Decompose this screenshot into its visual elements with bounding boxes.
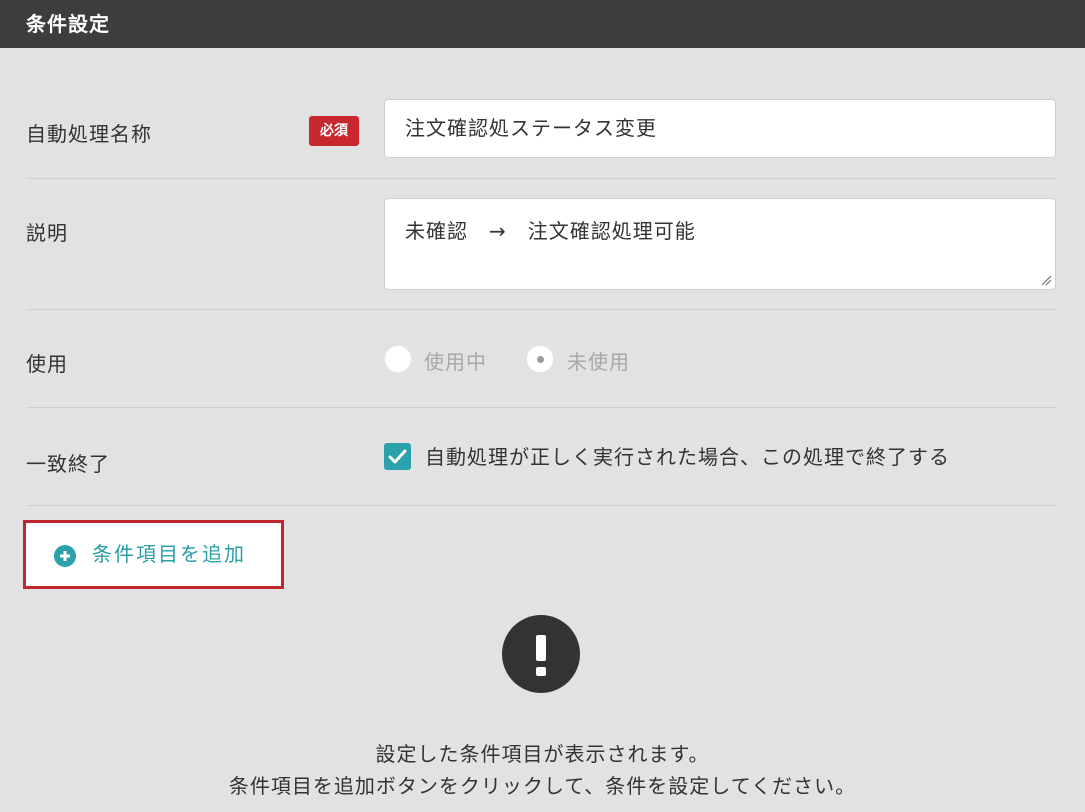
name-label: 自動処理名称: [26, 122, 152, 146]
resize-handle-icon[interactable]: [1040, 274, 1052, 286]
exclamation-circle-icon: [502, 615, 580, 693]
radio-unused-label: 未使用: [567, 350, 630, 374]
usage-label: 使用: [26, 352, 68, 376]
radio-selected-dot: [537, 356, 544, 363]
empty-state-line-2: 条件項目を追加ボタンをクリックして、条件を設定してください。: [228, 774, 857, 798]
check-icon: [388, 449, 407, 464]
panel-header: 条件設定: [0, 0, 1085, 48]
match-end-checkbox-label: 自動処理が正しく実行された場合、この処理で終了する: [425, 445, 950, 469]
description-value: 未確認 → 注文確認処理可能: [405, 219, 696, 243]
radio-unused[interactable]: [526, 345, 554, 373]
radio-in-use[interactable]: [384, 345, 412, 373]
plus-circle-icon: [54, 545, 76, 567]
description-label: 説明: [26, 221, 68, 245]
match-end-label: 一致終了: [26, 452, 110, 476]
required-badge: 必須: [309, 116, 359, 146]
add-condition-label: 条件項目を追加: [92, 542, 246, 566]
add-condition-button[interactable]: 条件項目を追加: [28, 525, 279, 584]
add-condition-highlight: 条件項目を追加: [23, 520, 284, 589]
name-input-value: 注文確認処ステータス変更: [405, 116, 657, 140]
description-textarea[interactable]: 未確認 → 注文確認処理可能: [384, 198, 1056, 290]
radio-in-use-label: 使用中: [424, 350, 487, 374]
empty-state-line-1: 設定した条件項目が表示されます。: [375, 742, 710, 766]
panel-title: 条件設定: [26, 12, 110, 36]
name-input[interactable]: 注文確認処ステータス変更: [384, 99, 1056, 158]
match-end-checkbox[interactable]: [384, 443, 411, 470]
